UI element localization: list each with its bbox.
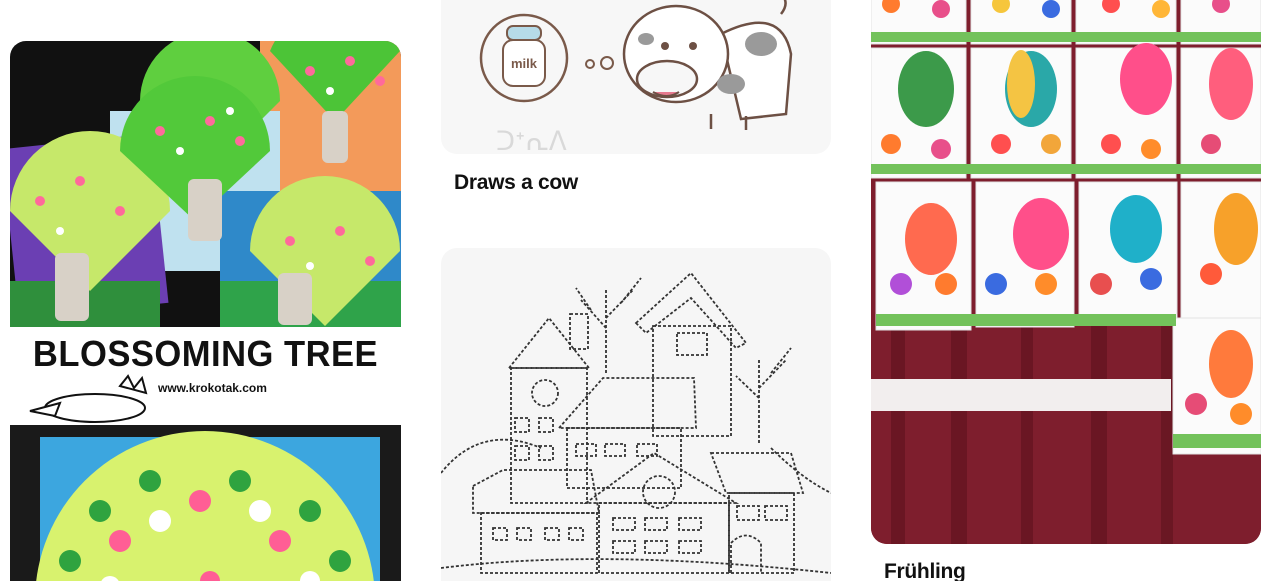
pin-card-fruehling[interactable]: Frühling bbox=[871, 0, 1261, 581]
blossoming-tree-headline: BLOSSOMING TREE bbox=[32, 333, 379, 374]
blossoming-tree-site: www.krokotak.com bbox=[158, 381, 267, 395]
pin-title-draws-a-cow[interactable]: Draws a cow bbox=[454, 171, 578, 195]
pin-image-fruehling[interactable] bbox=[871, 0, 1261, 544]
blossoming-tree-craft-photo bbox=[10, 41, 401, 581]
houses-outline-drawing bbox=[441, 271, 831, 574]
pin-feed: BLOSSOMING TREE www.krokotak.com ᑐᐩᕆᐱ mi… bbox=[0, 0, 1280, 581]
cow-drawing: ᑐᐩᕆᐱ bbox=[479, 0, 793, 154]
pin-card-blossoming-tree[interactable]: BLOSSOMING TREE www.krokotak.com bbox=[10, 41, 401, 581]
milk-jar-label: milk bbox=[511, 56, 538, 71]
pin-card-draws-a-cow[interactable]: ᑐᐩᕆᐱ milk Draws a cow bbox=[441, 0, 831, 210]
spring-butterfly-artwork-photo bbox=[871, 0, 1261, 544]
pin-title-fruehling[interactable]: Frühling bbox=[884, 560, 966, 581]
pin-card-houses-drawing[interactable] bbox=[441, 248, 831, 581]
pin-image-blossoming-tree[interactable]: BLOSSOMING TREE www.krokotak.com bbox=[10, 41, 401, 581]
pin-image-houses-drawing[interactable] bbox=[441, 248, 831, 581]
svg-text:ᑐᐩᕆᐱ: ᑐᐩᕆᐱ bbox=[496, 127, 567, 154]
pin-image-draws-a-cow[interactable]: ᑐᐩᕆᐱ milk bbox=[441, 0, 831, 154]
